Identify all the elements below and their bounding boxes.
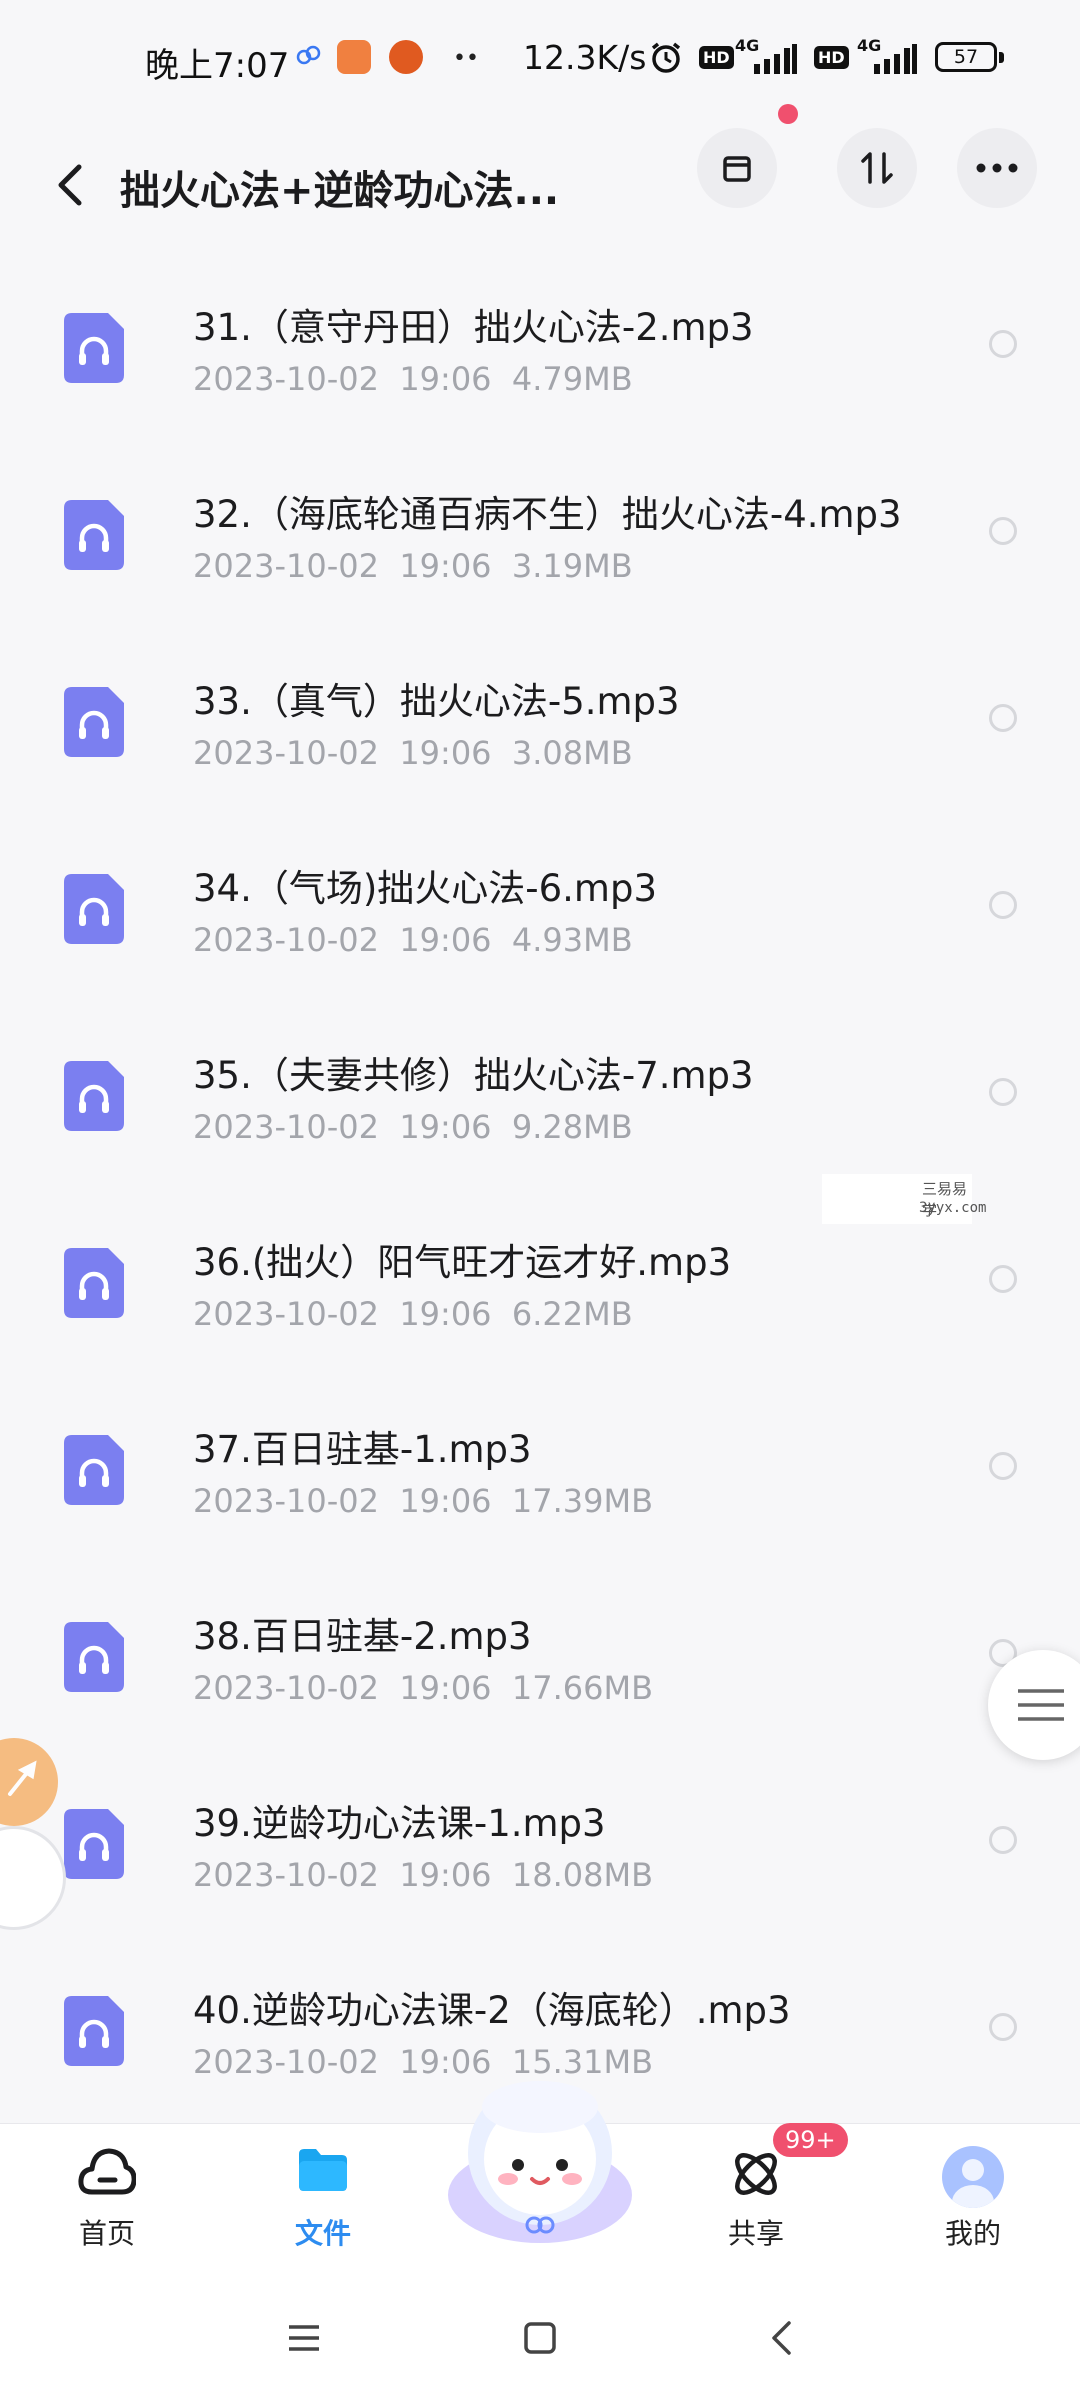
select-checkbox[interactable]: [989, 2013, 1017, 2041]
archive-icon: [723, 156, 751, 182]
mascot-icon: [448, 2081, 632, 2243]
select-checkbox[interactable]: [989, 704, 1017, 732]
file-row[interactable]: 33.（真气）拙火心法-5.mp3 2023-10-02 19:06 3.08M…: [0, 627, 1080, 814]
nav-home[interactable]: 首页: [37, 2124, 177, 2274]
audio-file-icon: [64, 1061, 124, 1135]
sort-icon: [861, 152, 893, 184]
file-name: 37.百日驻基-1.mp3: [193, 1428, 532, 1471]
file-meta: 2023-10-02 19:06 9.28MB: [193, 1108, 633, 1146]
battery-nub: [999, 52, 1004, 63]
watermark-url: 3yyx.com: [919, 1200, 987, 1216]
file-name: 36.(拙火）阳气旺才运才好.mp3: [193, 1241, 732, 1284]
shopping-app-icon: [337, 40, 371, 74]
select-checkbox[interactable]: [989, 1265, 1017, 1293]
battery-icon: 57: [935, 42, 997, 72]
audio-file-icon: [64, 1435, 124, 1509]
select-checkbox[interactable]: [989, 517, 1017, 545]
more-notifications-icon: ••: [453, 46, 479, 71]
nav-share-label: 共享: [727, 2217, 784, 2250]
audio-file-icon: [64, 687, 124, 761]
audio-file-icon: [64, 313, 124, 387]
mascot-assistant-button[interactable]: [440, 2075, 640, 2245]
file-row[interactable]: 35.（夫妻共修）拙火心法-7.mp3 2023-10-02 19:06 9.2…: [0, 1001, 1080, 1188]
notification-dot: [778, 104, 798, 124]
file-name: 38.百日驻基-2.mp3: [193, 1615, 532, 1658]
select-checkbox[interactable]: [989, 1078, 1017, 1106]
select-checkbox[interactable]: [989, 891, 1017, 919]
file-name: 33.（真气）拙火心法-5.mp3: [193, 680, 680, 723]
file-meta: 2023-10-02 19:06 3.08MB: [193, 734, 633, 772]
nav-files-label: 文件: [294, 2217, 351, 2250]
menu-lines-icon: [289, 2325, 319, 2351]
network-speed: 12.3K/s: [523, 38, 647, 77]
file-meta: 2023-10-02 19:06 6.22MB: [193, 1295, 633, 1333]
archive-button[interactable]: [697, 128, 777, 208]
file-row[interactable]: 31.（意守丹田）拙火心法-2.mp3 2023-10-02 19:06 4.7…: [0, 253, 1080, 440]
home-button[interactable]: [515, 2313, 565, 2363]
more-button[interactable]: [957, 128, 1037, 208]
sort-button[interactable]: [837, 128, 917, 208]
select-checkbox[interactable]: [989, 1452, 1017, 1480]
file-meta: 2023-10-02 19:06 18.08MB: [193, 1856, 654, 1894]
audio-file-icon: [64, 1248, 124, 1322]
file-row[interactable]: 34.（气场)拙火心法-6.mp3 2023-10-02 19:06 4.93M…: [0, 814, 1080, 1001]
nav-mine[interactable]: 我的: [903, 2124, 1043, 2274]
file-name: 35.（夫妻共修）拙火心法-7.mp3: [193, 1054, 754, 1097]
select-checkbox[interactable]: [989, 1826, 1017, 1854]
audio-file-icon: [64, 1809, 124, 1883]
share-badge: 99+: [773, 2123, 848, 2157]
hamburger-icon: [1018, 1689, 1064, 1721]
back-arrow-icon: [58, 164, 82, 206]
more-icon: [976, 163, 1018, 173]
game-app-icon: [389, 40, 423, 74]
nav-home-label: 首页: [78, 2217, 135, 2250]
audio-file-icon: [64, 500, 124, 574]
square-home-icon: [524, 2322, 556, 2354]
file-meta: 2023-10-02 19:06 3.19MB: [193, 547, 633, 585]
audio-file-icon: [64, 1996, 124, 2070]
select-checkbox[interactable]: [989, 330, 1017, 358]
file-meta: 2023-10-02 19:06 17.66MB: [193, 1669, 654, 1707]
system-nav-bar: [0, 2273, 1080, 2400]
avatar-icon: [942, 2146, 1004, 2208]
file-meta: 2023-10-02 19:06 4.93MB: [193, 921, 633, 959]
nav-mine-label: 我的: [944, 2217, 1001, 2250]
hd-badge-2: HD: [814, 46, 849, 69]
file-meta: 2023-10-02 19:06 17.39MB: [193, 1482, 654, 1520]
signal-icon-1: [752, 44, 798, 78]
alarm-icon: [648, 40, 684, 80]
signal-icon-2: [872, 44, 918, 78]
header: 拙火心法+逆龄功心法...: [0, 120, 1080, 250]
file-name: 34.（气场)拙火心法-6.mp3: [193, 867, 657, 910]
file-name: 39.逆龄功心法课-1.mp3: [193, 1802, 606, 1845]
status-bar: 晚上7:07 •• 12.3K/s HD 4G HD 4G 57: [0, 0, 1080, 120]
file-row[interactable]: 37.百日驻基-1.mp3 2023-10-02 19:06 17.39MB: [0, 1375, 1080, 1562]
watermark: 三易易学 3yyx.com: [822, 1174, 986, 1224]
brush-icon: [8, 1760, 37, 1796]
nav-files[interactable]: 文件: [253, 2124, 393, 2274]
file-row[interactable]: 32.（海底轮通百病不生）拙火心法-4.mp3 2023-10-02 19:06…: [0, 440, 1080, 627]
folder-icon: [299, 2149, 347, 2191]
atom-share-icon: [735, 2153, 777, 2195]
audio-file-icon: [64, 874, 124, 948]
file-name: 40.逆龄功心法课-2（海底轮）.mp3: [193, 1989, 791, 2032]
file-row[interactable]: 38.百日驻基-2.mp3 2023-10-02 19:06 17.66MB: [0, 1562, 1080, 1749]
recents-button[interactable]: [279, 2313, 329, 2363]
system-back-button[interactable]: [756, 2313, 806, 2363]
page-title: 拙火心法+逆龄功心法...: [120, 168, 560, 214]
file-meta: 2023-10-02 19:06 4.79MB: [193, 360, 633, 398]
back-button[interactable]: [40, 140, 100, 230]
battery-level: 57: [953, 46, 979, 68]
audio-file-icon: [64, 1622, 124, 1696]
back-chevron-icon: [772, 2321, 791, 2355]
file-row[interactable]: 39.逆龄功心法课-1.mp3 2023-10-02 19:06 18.08MB: [0, 1749, 1080, 1936]
cloud-app-icon: [296, 44, 322, 70]
status-time: 晚上7:07: [145, 46, 290, 86]
hd-badge-1: HD: [699, 46, 734, 69]
file-name: 31.（意守丹田）拙火心法-2.mp3: [193, 306, 754, 349]
cloud-home-icon: [78, 2148, 136, 2195]
file-name: 32.（海底轮通百病不生）拙火心法-4.mp3: [193, 493, 902, 536]
